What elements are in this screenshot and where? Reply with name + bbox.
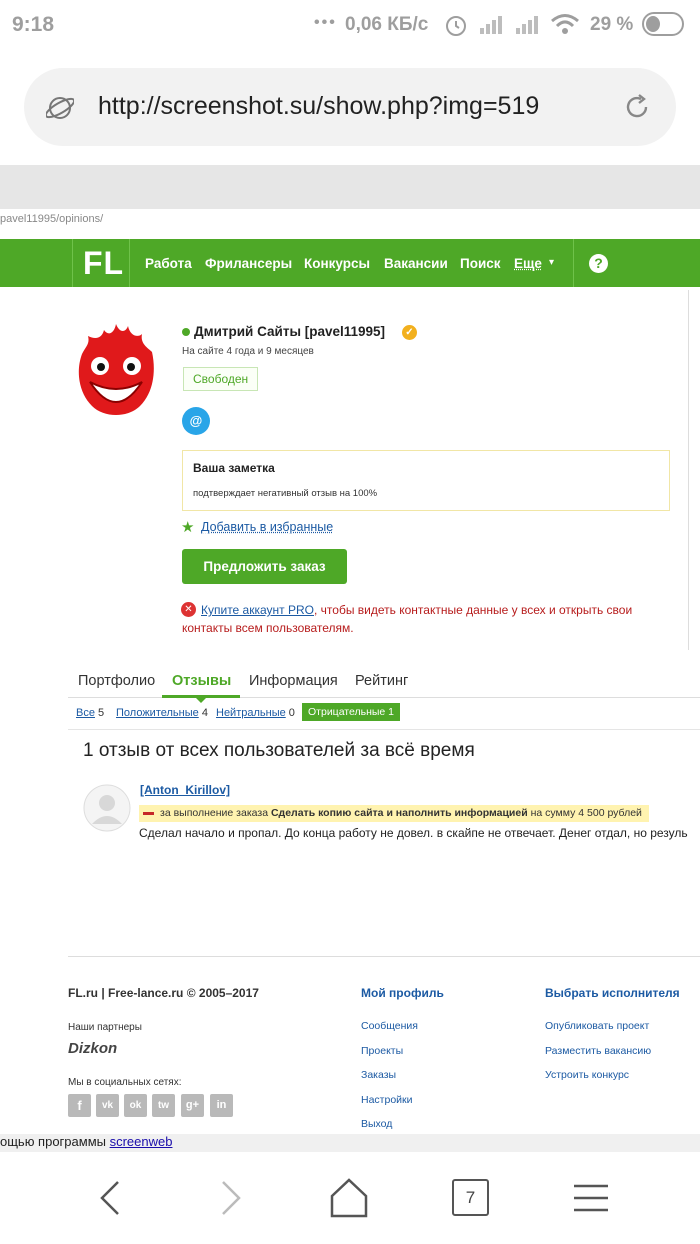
footer-choose-title: Выбрать исполнителя xyxy=(545,986,680,1000)
pro-notice: Купите аккаунт PRO, чтобы видеть контакт… xyxy=(201,603,633,617)
pro-notice-line2: контакты всем пользователям. xyxy=(182,621,354,635)
tab-pointer-icon xyxy=(195,697,207,703)
nav-vakansii[interactable]: Вакансии xyxy=(384,256,448,271)
footer-copyright: FL.ru | Free-lance.ru © 2005–2017 xyxy=(68,986,259,1000)
order-title: Сделать копию сайта и наполнить информац… xyxy=(270,807,528,819)
footer-divider xyxy=(68,956,700,957)
tab-portfolio[interactable]: Портфолио xyxy=(78,673,155,689)
status-time: 9:18 xyxy=(12,13,55,36)
footer-link-vacancy[interactable]: Разместить вакансию xyxy=(545,1045,651,1057)
dizkon-logo[interactable]: Dizkon xyxy=(68,1040,117,1057)
caret-down-icon: ▾ xyxy=(549,257,555,268)
vk-icon[interactable]: vk xyxy=(96,1094,119,1117)
wifi-icon xyxy=(551,14,579,34)
status-badge: Свободен xyxy=(183,367,259,391)
verified-icon: ✓ xyxy=(402,325,417,340)
forward-icon[interactable] xyxy=(217,1180,245,1216)
globe-icon xyxy=(46,97,74,119)
online-duration: На сайте 4 года и 9 месяцев xyxy=(182,346,314,357)
more-dots-icon: ••• xyxy=(314,14,337,31)
battery-percent: 29 % xyxy=(590,14,634,35)
footer-link-orders[interactable]: Заказы xyxy=(361,1069,396,1081)
battery-icon xyxy=(642,12,684,36)
content-border xyxy=(688,290,689,650)
menu-icon[interactable] xyxy=(573,1183,609,1213)
facebook-icon[interactable]: f xyxy=(68,1094,91,1117)
browser-bottom-bar: 7 xyxy=(0,1152,700,1244)
fl-logo[interactable]: FL xyxy=(72,239,130,287)
url-text[interactable]: http://screenshot.su/show.php?img=519 xyxy=(98,92,580,121)
avatar xyxy=(78,324,154,415)
user-avatar-placeholder xyxy=(83,784,131,832)
network-speed: 0,06 КБ/с xyxy=(345,14,429,35)
filter-positive[interactable]: Положительные 4 xyxy=(116,707,208,719)
screenshot-watermark: ощью программы screenweb xyxy=(0,1134,700,1152)
reviews-heading: 1 отзыв от всех пользователей за всё вре… xyxy=(83,740,475,761)
help-icon[interactable]: ? xyxy=(589,254,608,273)
nav-poisk[interactable]: Поиск xyxy=(460,256,501,271)
online-dot-icon xyxy=(182,328,190,336)
twitter-icon[interactable]: tw xyxy=(152,1094,175,1117)
home-icon[interactable] xyxy=(330,1178,368,1218)
filter-all[interactable]: Все 5 xyxy=(76,707,104,719)
back-icon[interactable] xyxy=(96,1180,124,1216)
negative-mark-icon xyxy=(143,812,154,815)
tab-reviews[interactable]: Отзывы xyxy=(172,673,231,689)
nav-divider xyxy=(573,239,574,287)
filter-neutral[interactable]: Нейтральные 0 xyxy=(216,707,295,719)
note-title: Ваша заметка xyxy=(193,461,275,475)
tabs-counter-button[interactable]: 7 xyxy=(452,1179,489,1216)
footer-link-contest[interactable]: Устроить конкурс xyxy=(545,1069,629,1081)
star-icon: ★ xyxy=(181,519,195,536)
footer-link-settings[interactable]: Настройки xyxy=(361,1094,413,1106)
signal-icon xyxy=(480,16,502,34)
footer-link-projects[interactable]: Проекты xyxy=(361,1045,403,1057)
filter-negative[interactable]: Отрицательные 1 xyxy=(302,703,401,721)
profile-name: Дмитрий Сайты [pavel11995] xyxy=(194,324,386,339)
footer-link-logout[interactable]: Выход xyxy=(361,1118,392,1130)
review-text: Сделал начало и пропал. До конца работу … xyxy=(139,826,688,840)
review-order-line: за выполнение заказа Сделать копию сайта… xyxy=(139,805,649,822)
offer-order-button[interactable]: Предложить заказ xyxy=(182,549,347,584)
alarm-icon xyxy=(446,16,466,36)
linkedin-icon[interactable]: in xyxy=(210,1094,233,1117)
footer-link-messages[interactable]: Сообщения xyxy=(361,1020,418,1032)
reload-icon[interactable] xyxy=(622,92,652,122)
browser-url-bar[interactable]: http://screenshot.su/show.php?img=519 xyxy=(24,68,676,146)
review-author-link[interactable]: [Anton_Kirillov] xyxy=(140,783,230,797)
tab-info[interactable]: Информация xyxy=(249,673,338,689)
note-box[interactable]: Ваша заметка подтверждает негативный отз… xyxy=(182,450,670,511)
screenweb-link[interactable]: screenweb xyxy=(110,1134,173,1149)
toolbar-strip xyxy=(0,165,700,209)
buy-pro-link[interactable]: Купите аккаунт PRO xyxy=(201,603,314,617)
nav-freelancers[interactable]: Фрилансеры xyxy=(205,256,292,271)
odnoklassniki-icon[interactable]: ok xyxy=(124,1094,147,1117)
nav-more[interactable]: Еще xyxy=(514,256,542,271)
email-icon[interactable]: @ xyxy=(182,407,210,435)
nav-rabota[interactable]: Работа xyxy=(145,256,192,271)
googleplus-icon[interactable]: g+ xyxy=(181,1094,204,1117)
warning-icon: ✕ xyxy=(181,602,196,617)
note-text: подтверждает негативный отзыв на 100% xyxy=(193,488,378,499)
add-favorites-link[interactable]: Добавить в избранные xyxy=(201,520,333,534)
footer-link-publish[interactable]: Опубликовать проект xyxy=(545,1020,649,1032)
nav-konkursy[interactable]: Конкурсы xyxy=(304,256,370,271)
partners-label: Наши партнеры xyxy=(68,1022,142,1033)
footer-my-profile-title: Мой профиль xyxy=(361,986,444,1000)
status-bar: 9:18 ••• 0,06 КБ/с 29 % xyxy=(0,0,700,50)
filters-divider xyxy=(68,729,700,730)
signal-icon-2 xyxy=(516,16,538,34)
page-url-hint: pavel11995/opinions/ xyxy=(0,213,104,225)
tab-rating[interactable]: Рейтинг xyxy=(355,673,408,689)
social-label: Мы в социальных сетях: xyxy=(68,1077,182,1088)
